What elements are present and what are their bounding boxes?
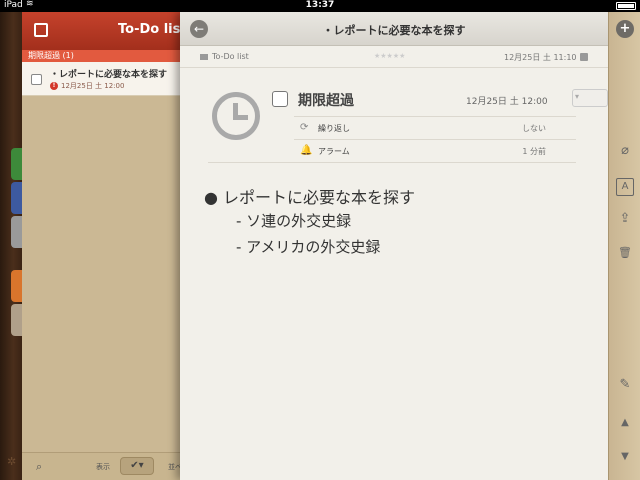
next-arrow-icon[interactable]: ▼: [616, 448, 634, 466]
gear-icon[interactable]: ✲: [7, 455, 16, 468]
detail-title: ・レポートに必要な本を探す: [322, 24, 466, 37]
calendar-icon[interactable]: [34, 23, 48, 37]
edit-pencil-icon[interactable]: ✎: [616, 376, 634, 394]
trash-icon[interactable]: 🗑: [616, 244, 634, 262]
show-label: 表示: [96, 463, 110, 471]
overdue-alert-icon: !: [50, 82, 58, 90]
modified-date: 12月25日 土 11:10: [504, 53, 577, 62]
detail-header: ← ・レポートに必要な本を探す: [180, 12, 608, 46]
task-status-label: 期限超過: [298, 93, 354, 109]
list-title: To-Do list: [118, 22, 187, 37]
divider: [208, 162, 576, 163]
show-filter-button[interactable]: ✔▾: [120, 457, 154, 475]
calendar-small-icon: [580, 53, 588, 61]
repeat-label: 繰り返し: [318, 124, 350, 133]
add-task-button[interactable]: +: [616, 20, 634, 38]
priority-stars[interactable]: ★★★★★: [374, 52, 405, 60]
alarm-label: アラーム: [318, 147, 350, 156]
note-subline: - アメリカの外交史録: [236, 238, 381, 256]
attachment-icon[interactable]: ⌀: [616, 142, 634, 160]
task-complete-checkbox[interactable]: [272, 91, 288, 107]
folder-icon: [200, 54, 208, 60]
text-format-icon[interactable]: A: [616, 178, 634, 196]
overdue-section-header: 期限超過 (1): [22, 50, 184, 62]
list-item[interactable]: ・レポートに必要な本を探す ! 12月25日 土 12:00: [22, 62, 184, 96]
alarm-row[interactable]: 🔔 アラーム 1 分前: [294, 139, 576, 161]
battery-icon: [616, 2, 636, 10]
repeat-value: しない: [522, 124, 546, 133]
repeat-row[interactable]: ⟳ 繰り返し しない: [294, 116, 576, 138]
clock-icon: [212, 92, 260, 140]
task-due-date: 12月25日 土 12:00: [61, 82, 125, 90]
bell-icon: 🔔: [300, 145, 313, 156]
chevron-down-icon: ▾: [575, 92, 580, 101]
repeat-icon: ⟳: [300, 122, 309, 133]
detail-meta-bar: To-Do list ★★★★★ 12月25日 土 11:10: [180, 46, 608, 68]
task-detail-panel: ← ・レポートに必要な本を探す To-Do list ★★★★★ 12月25日 …: [180, 12, 608, 480]
share-icon[interactable]: ⇪: [616, 210, 634, 228]
task-checkbox[interactable]: [31, 74, 42, 85]
done-slider-track[interactable]: ▾: [572, 89, 608, 107]
task-list-panel: To-Do list 期限超過 (1) ・レポートに必要な本を探す ! 12月2…: [22, 12, 187, 480]
list-footer: ⌕ 表示 ✔▾ 並べ: [22, 452, 184, 480]
right-toolbar: + ⌀ A ⇪ 🗑 ✎ ▲ ▼: [608, 12, 640, 480]
alarm-value: 1 分前: [522, 147, 546, 156]
status-bar: iPad ≋ 13:37: [0, 0, 640, 12]
task-title: ・レポートに必要な本を探す: [50, 70, 168, 80]
binder-edge: ✲: [0, 12, 23, 480]
search-icon[interactable]: ⌕: [36, 460, 42, 474]
previous-arrow-icon[interactable]: ▲: [616, 414, 634, 432]
task-due-datetime[interactable]: 12月25日 土 12:00: [466, 94, 548, 107]
list-name-label[interactable]: To-Do list: [212, 52, 249, 61]
list-header: To-Do list: [22, 12, 187, 50]
clock-time: 13:37: [305, 0, 335, 10]
note-line: ● レポートに必要な本を探す: [204, 188, 416, 207]
note-subline: - ソ連の外交史録: [236, 212, 352, 230]
